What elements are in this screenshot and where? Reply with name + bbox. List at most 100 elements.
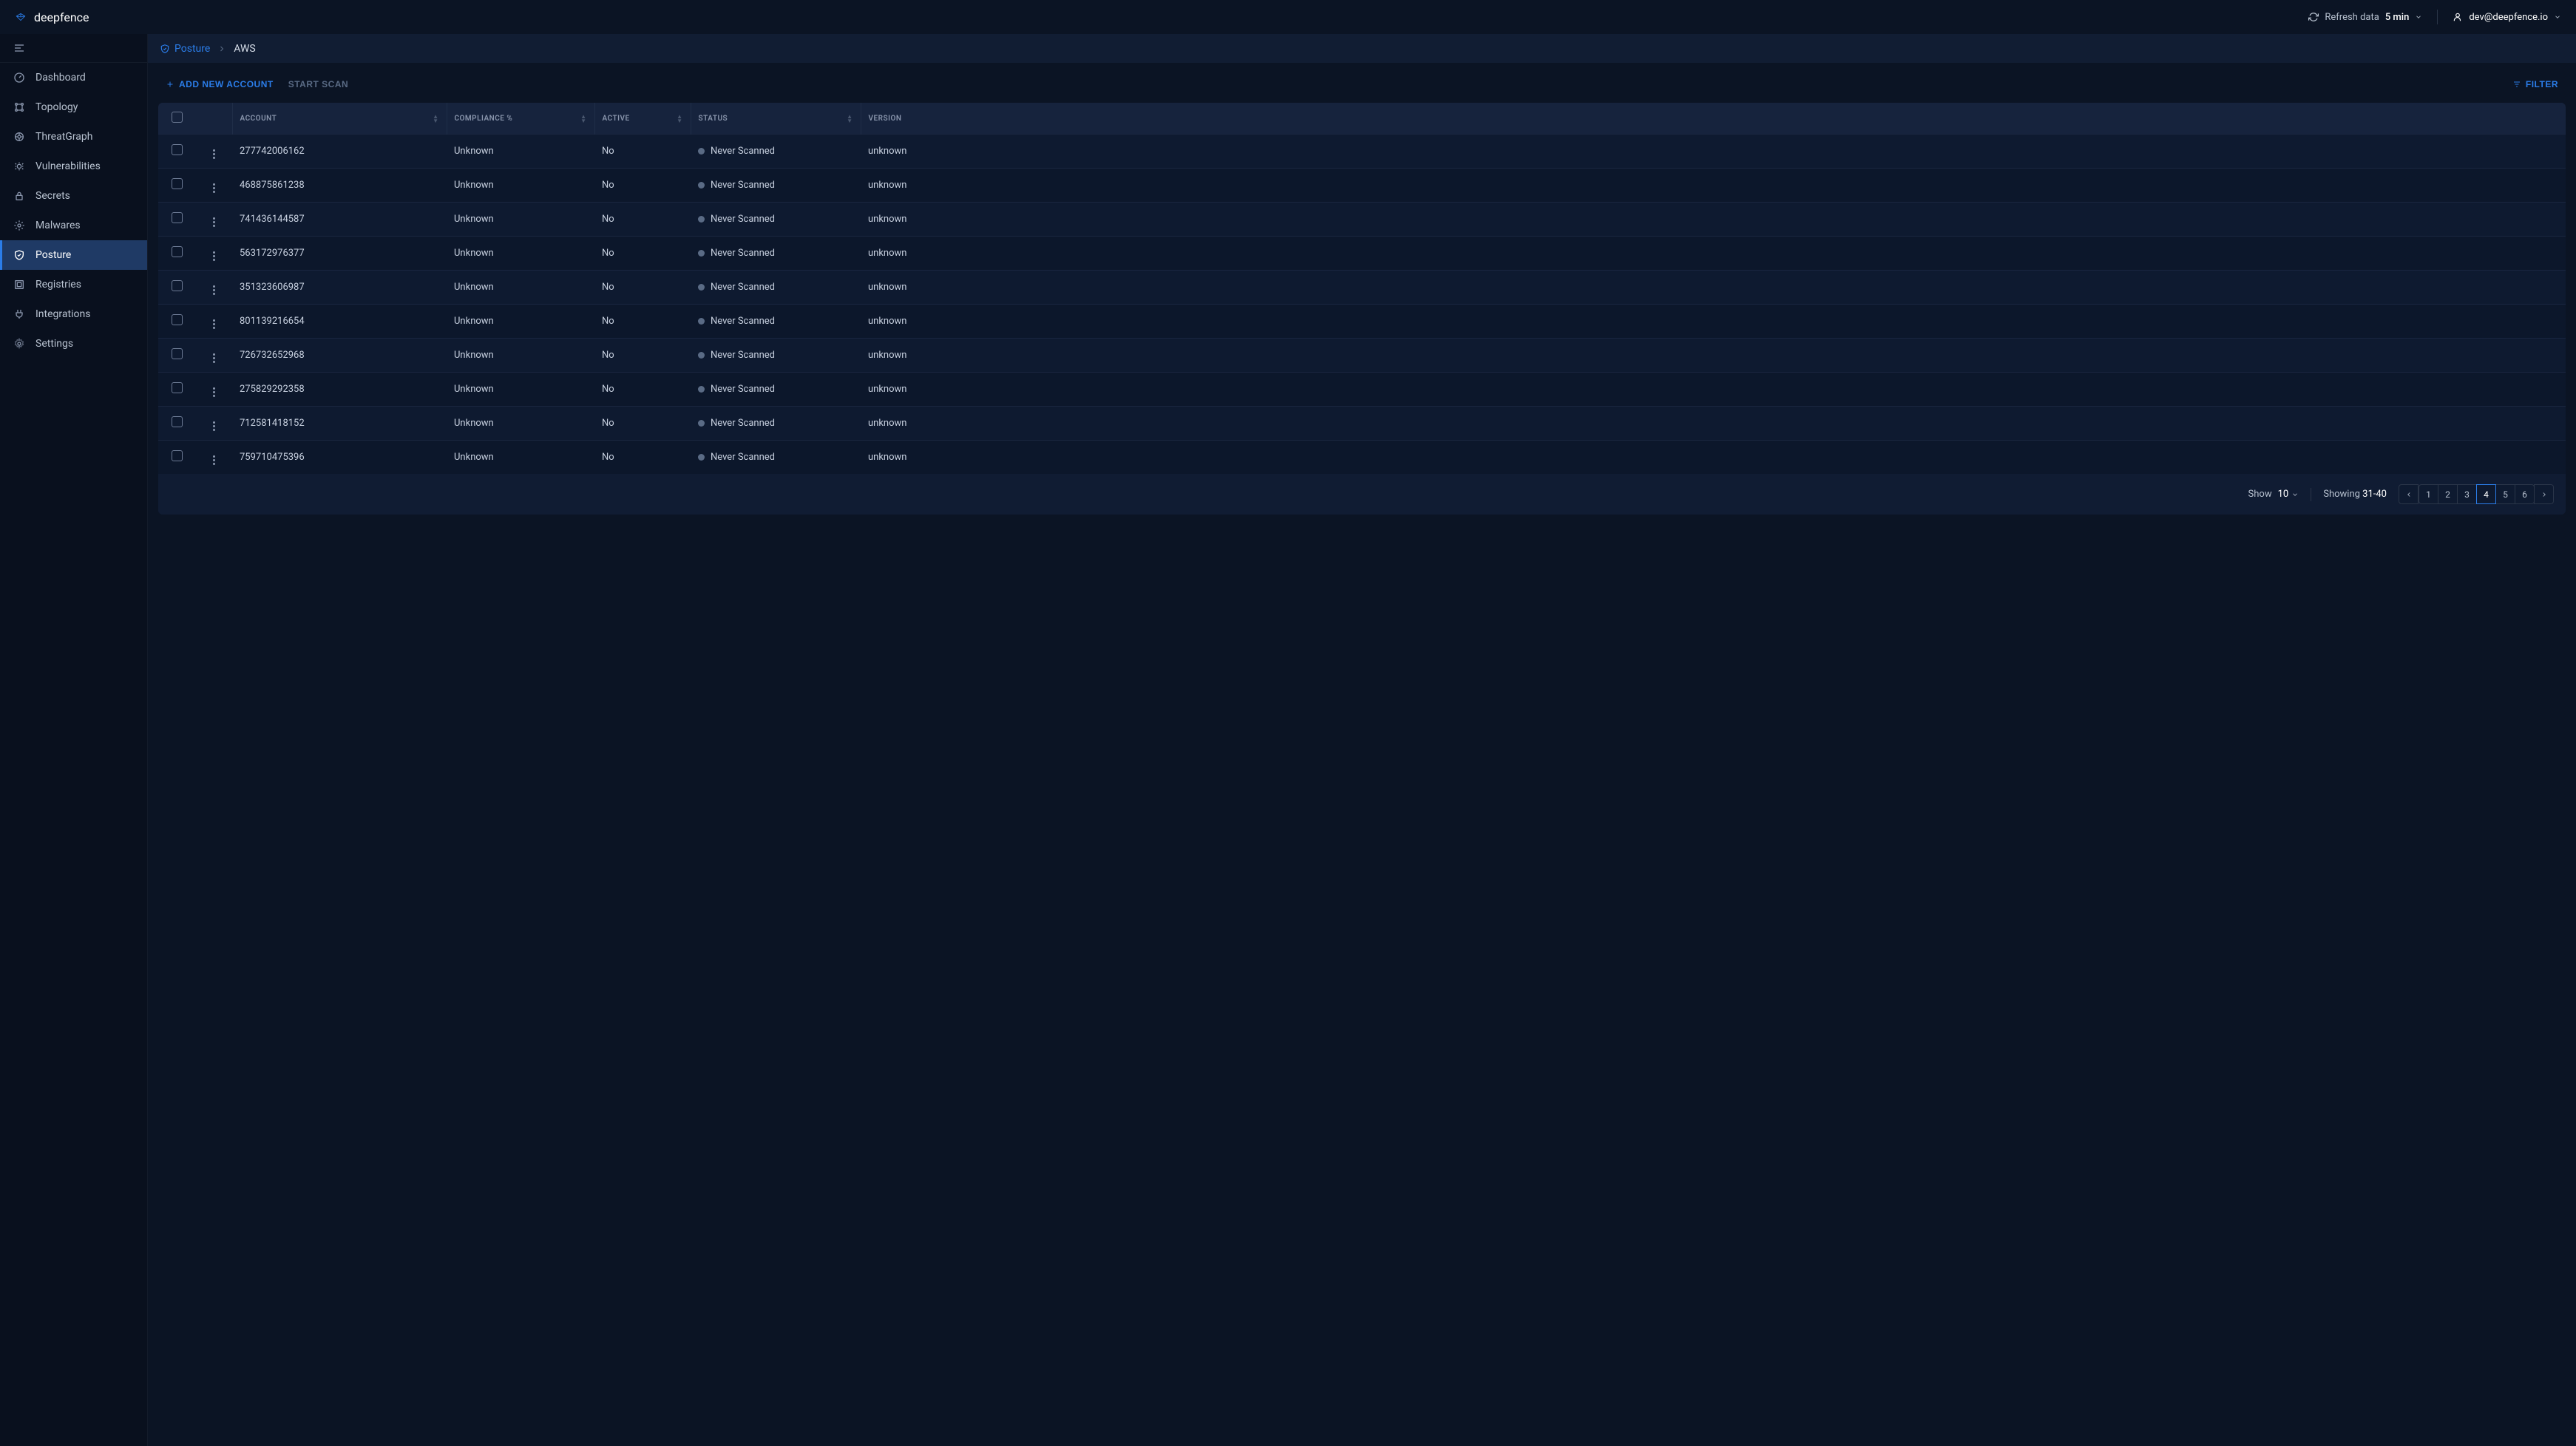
row-menu-icon[interactable]: [213, 285, 215, 295]
cell-compliance: Unknown: [447, 441, 594, 475]
breadcrumb: Posture AWS: [148, 34, 2576, 63]
cell-status: Never Scanned: [691, 203, 861, 237]
table-row[interactable]: 275829292358 Unknown No Never Scanned un…: [158, 373, 2566, 407]
filter-icon: [2512, 80, 2521, 89]
row-checkbox[interactable]: [172, 450, 183, 461]
row-menu-icon[interactable]: [213, 421, 215, 431]
cell-version: unknown: [861, 271, 2566, 305]
cell-account: 277742006162: [232, 135, 447, 169]
row-checkbox[interactable]: [172, 246, 183, 257]
sidebar-item-label: Registries: [35, 279, 81, 291]
cell-version: unknown: [861, 339, 2566, 373]
column-header-active[interactable]: Active▲▼: [594, 103, 691, 135]
pagination-page-2[interactable]: 2: [2438, 484, 2458, 504]
breadcrumb-posture[interactable]: Posture: [160, 43, 210, 55]
accounts-table: Account▲▼ Compliance %▲▼ Active▲▼ Status…: [158, 103, 2566, 515]
row-checkbox[interactable]: [172, 348, 183, 359]
cell-status: Never Scanned: [691, 305, 861, 339]
cell-version: unknown: [861, 169, 2566, 203]
row-menu-icon[interactable]: [213, 149, 215, 159]
filter-label: FILTER: [2526, 79, 2558, 89]
row-checkbox[interactable]: [172, 280, 183, 291]
pagination-page-4[interactable]: 4: [2476, 484, 2496, 504]
cell-account: 726732652968: [232, 339, 447, 373]
row-menu-icon[interactable]: [213, 217, 215, 227]
column-header-account[interactable]: Account▲▼: [232, 103, 447, 135]
row-checkbox[interactable]: [172, 144, 183, 155]
pagination-page-1[interactable]: 1: [2419, 484, 2438, 504]
sidebar-toggle[interactable]: [0, 34, 147, 63]
breadcrumb-current: AWS: [234, 43, 255, 55]
sidebar-item-threatgraph[interactable]: ThreatGraph: [0, 122, 147, 152]
brand[interactable]: deepfence: [15, 10, 89, 24]
table-row[interactable]: 277742006162 Unknown No Never Scanned un…: [158, 135, 2566, 169]
select-all-checkbox[interactable]: [172, 112, 183, 123]
cell-account: 275829292358: [232, 373, 447, 407]
row-menu-icon[interactable]: [213, 183, 215, 193]
pagination-prev[interactable]: [2399, 484, 2419, 504]
row-checkbox[interactable]: [172, 314, 183, 325]
show-label: Show: [2248, 489, 2272, 500]
user-menu[interactable]: dev@deepfence.io: [2453, 12, 2561, 23]
row-menu-icon[interactable]: [213, 387, 215, 397]
sidebar-item-malwares[interactable]: Malwares: [0, 211, 147, 240]
row-checkbox[interactable]: [172, 416, 183, 427]
cell-active: No: [594, 441, 691, 475]
table-row[interactable]: 563172976377 Unknown No Never Scanned un…: [158, 237, 2566, 271]
filter-button[interactable]: FILTER: [2512, 79, 2558, 89]
cell-compliance: Unknown: [447, 169, 594, 203]
sidebar-item-dashboard[interactable]: Dashboard: [0, 63, 147, 92]
cell-compliance: Unknown: [447, 373, 594, 407]
refresh-data-button[interactable]: Refresh data 5 min: [2308, 12, 2422, 23]
row-checkbox[interactable]: [172, 178, 183, 189]
header-divider: [2437, 10, 2438, 24]
page-size-selector[interactable]: Show 10: [2248, 489, 2299, 500]
table-row[interactable]: 468875861238 Unknown No Never Scanned un…: [158, 169, 2566, 203]
table-row[interactable]: 741436144587 Unknown No Never Scanned un…: [158, 203, 2566, 237]
table-row[interactable]: 351323606987 Unknown No Never Scanned un…: [158, 271, 2566, 305]
table-row[interactable]: 712581418152 Unknown No Never Scanned un…: [158, 407, 2566, 441]
sort-icon: ▲▼: [677, 115, 682, 123]
pagination-page-3[interactable]: 3: [2457, 484, 2477, 504]
pagination-page-6[interactable]: 6: [2515, 484, 2535, 504]
table-row[interactable]: 801139216654 Unknown No Never Scanned un…: [158, 305, 2566, 339]
start-scan-button[interactable]: START SCAN: [288, 79, 348, 89]
status-dot-icon: [698, 420, 705, 427]
row-checkbox[interactable]: [172, 212, 183, 223]
sidebar-item-vulnerabilities[interactable]: Vulnerabilities: [0, 152, 147, 181]
sidebar-item-secrets[interactable]: Secrets: [0, 181, 147, 211]
add-account-label: ADD NEW ACCOUNT: [179, 79, 274, 89]
cell-status: Never Scanned: [691, 441, 861, 475]
user-email: dev@deepfence.io: [2469, 12, 2548, 23]
column-header-status[interactable]: Status▲▼: [691, 103, 861, 135]
cell-status: Never Scanned: [691, 135, 861, 169]
row-menu-icon[interactable]: [213, 353, 215, 363]
status-dot-icon: [698, 182, 705, 189]
sidebar-item-label: ThreatGraph: [35, 131, 93, 143]
table-row[interactable]: 726732652968 Unknown No Never Scanned un…: [158, 339, 2566, 373]
sidebar-item-label: Vulnerabilities: [35, 160, 101, 172]
sidebar-item-registries[interactable]: Registries: [0, 270, 147, 299]
row-checkbox[interactable]: [172, 382, 183, 393]
chevron-down-icon: [2291, 491, 2299, 498]
row-menu-icon[interactable]: [213, 319, 215, 329]
sort-icon: ▲▼: [847, 115, 853, 123]
sidebar-item-label: Secrets: [35, 190, 70, 202]
status-dot-icon: [698, 250, 705, 257]
sort-icon: ▲▼: [580, 115, 586, 123]
sidebar-item-topology[interactable]: Topology: [0, 92, 147, 122]
sidebar-item-label: Dashboard: [35, 72, 86, 84]
column-header-compliance[interactable]: Compliance %▲▼: [447, 103, 594, 135]
table-row[interactable]: 759710475396 Unknown No Never Scanned un…: [158, 441, 2566, 475]
add-new-account-button[interactable]: ADD NEW ACCOUNT: [166, 79, 274, 89]
malware-icon: [13, 220, 25, 231]
pagination-next[interactable]: [2534, 484, 2554, 504]
sidebar-item-posture[interactable]: Posture: [0, 240, 147, 270]
chevron-down-icon: [2554, 13, 2561, 21]
pagination-page-5[interactable]: 5: [2495, 484, 2515, 504]
row-menu-icon[interactable]: [213, 455, 215, 465]
sidebar-item-settings[interactable]: Settings: [0, 329, 147, 359]
sidebar-item-integrations[interactable]: Integrations: [0, 299, 147, 329]
row-menu-icon[interactable]: [213, 251, 215, 261]
cell-version: unknown: [861, 441, 2566, 475]
